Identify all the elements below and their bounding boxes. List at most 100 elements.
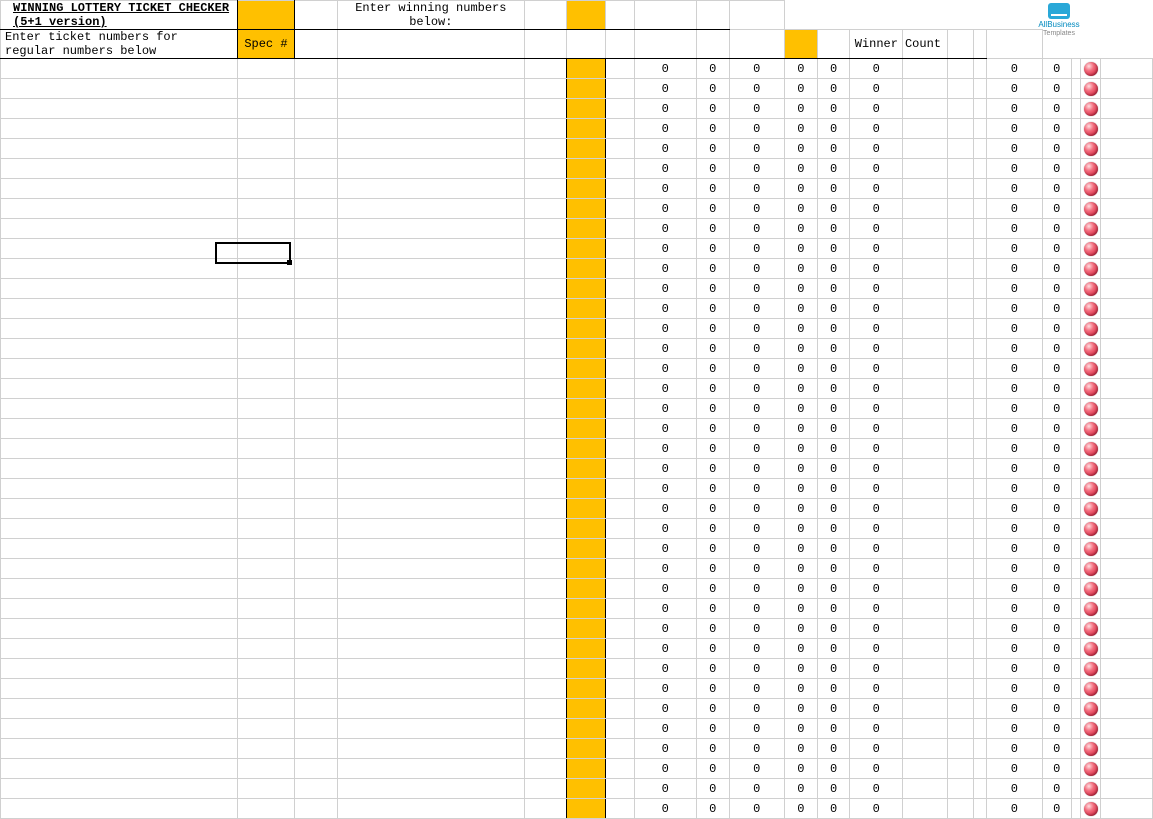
ticket-input-2[interactable] — [237, 639, 294, 659]
ticket-input-3[interactable] — [295, 399, 337, 419]
spec-cell[interactable] — [567, 119, 606, 139]
ticket-input-2[interactable] — [237, 319, 294, 339]
ticket-input-5[interactable] — [525, 319, 567, 339]
ticket-input-4[interactable] — [337, 319, 524, 339]
ticket-input-2[interactable] — [237, 539, 294, 559]
ticket-input-1[interactable] — [1, 359, 238, 379]
ticket-input-5[interactable] — [525, 619, 567, 639]
ticket-input-1[interactable] — [1, 159, 238, 179]
ticket-input-3[interactable] — [295, 339, 337, 359]
ticket-input-4[interactable] — [337, 239, 524, 259]
ticket-input-5[interactable] — [525, 499, 567, 519]
ticket-input-4[interactable] — [337, 559, 524, 579]
ticket-input-2[interactable] — [237, 779, 294, 799]
ticket-input-2[interactable] — [237, 139, 294, 159]
ticket-input-1[interactable] — [1, 439, 238, 459]
spec-cell[interactable] — [567, 439, 606, 459]
ticket-input-5[interactable] — [525, 479, 567, 499]
ticket-input-3[interactable] — [295, 199, 337, 219]
ticket-input-4[interactable] — [337, 219, 524, 239]
spec-cell[interactable] — [567, 79, 606, 99]
ticket-input-3[interactable] — [295, 719, 337, 739]
ticket-input-4[interactable] — [337, 519, 524, 539]
ticket-input-1[interactable] — [1, 519, 238, 539]
ticket-input-2[interactable] — [237, 579, 294, 599]
ticket-input-3[interactable] — [295, 459, 337, 479]
ticket-input-4[interactable] — [337, 179, 524, 199]
spec-cell[interactable] — [567, 299, 606, 319]
spec-cell[interactable] — [567, 279, 606, 299]
ticket-input-4[interactable] — [337, 539, 524, 559]
ticket-input-5[interactable] — [525, 359, 567, 379]
spec-cell[interactable] — [567, 479, 606, 499]
ticket-input-5[interactable] — [525, 419, 567, 439]
spec-cell[interactable] — [567, 99, 606, 119]
ticket-input-5[interactable] — [525, 459, 567, 479]
ticket-input-4[interactable] — [337, 59, 524, 79]
spec-cell[interactable] — [567, 639, 606, 659]
ticket-input-1[interactable] — [1, 599, 238, 619]
ticket-input-1[interactable] — [1, 319, 238, 339]
ticket-input-1[interactable] — [1, 399, 238, 419]
ticket-input-1[interactable] — [1, 739, 238, 759]
spec-cell[interactable] — [567, 619, 606, 639]
ticket-input-2[interactable] — [237, 59, 294, 79]
ticket-input-2[interactable] — [237, 219, 294, 239]
spec-cell[interactable] — [567, 139, 606, 159]
ticket-input-5[interactable] — [525, 219, 567, 239]
ticket-input-2[interactable] — [237, 759, 294, 779]
ticket-input-1[interactable] — [1, 719, 238, 739]
win-input-4[interactable] — [605, 30, 634, 59]
ticket-input-1[interactable] — [1, 99, 238, 119]
ticket-input-5[interactable] — [525, 139, 567, 159]
ticket-input-1[interactable] — [1, 339, 238, 359]
ticket-input-4[interactable] — [337, 719, 524, 739]
ticket-input-1[interactable] — [1, 659, 238, 679]
spec-cell[interactable] — [567, 359, 606, 379]
ticket-input-3[interactable] — [295, 239, 337, 259]
ticket-input-5[interactable] — [525, 779, 567, 799]
spec-cell[interactable] — [567, 339, 606, 359]
spec-cell[interactable] — [567, 459, 606, 479]
ticket-input-4[interactable] — [337, 299, 524, 319]
ticket-input-4[interactable] — [337, 679, 524, 699]
ticket-input-3[interactable] — [295, 659, 337, 679]
ticket-input-2[interactable] — [237, 799, 294, 819]
ticket-input-5[interactable] — [525, 699, 567, 719]
ticket-input-5[interactable] — [525, 599, 567, 619]
ticket-input-1[interactable] — [1, 559, 238, 579]
ticket-input-5[interactable] — [525, 539, 567, 559]
ticket-input-1[interactable] — [1, 619, 238, 639]
ticket-input-4[interactable] — [337, 579, 524, 599]
spec-cell[interactable] — [567, 399, 606, 419]
ticket-input-5[interactable] — [525, 259, 567, 279]
ticket-input-4[interactable] — [337, 99, 524, 119]
ticket-input-5[interactable] — [525, 519, 567, 539]
win-input-5[interactable] — [634, 30, 696, 59]
ticket-input-4[interactable] — [337, 459, 524, 479]
ticket-input-3[interactable] — [295, 679, 337, 699]
spec-cell[interactable] — [567, 59, 606, 79]
ticket-input-2[interactable] — [237, 419, 294, 439]
ticket-input-3[interactable] — [295, 539, 337, 559]
ticket-input-4[interactable] — [337, 759, 524, 779]
ticket-input-4[interactable] — [337, 419, 524, 439]
spec-cell[interactable] — [567, 539, 606, 559]
ticket-input-2[interactable] — [237, 479, 294, 499]
ticket-input-1[interactable] — [1, 579, 238, 599]
ticket-input-2[interactable] — [237, 179, 294, 199]
spec-cell[interactable] — [567, 679, 606, 699]
ticket-input-4[interactable] — [337, 79, 524, 99]
ticket-input-2[interactable] — [237, 399, 294, 419]
ticket-input-4[interactable] — [337, 499, 524, 519]
ticket-input-4[interactable] — [337, 159, 524, 179]
ticket-input-5[interactable] — [525, 639, 567, 659]
ticket-input-5[interactable] — [525, 439, 567, 459]
ticket-input-5[interactable] — [525, 59, 567, 79]
ticket-input-4[interactable] — [337, 659, 524, 679]
spec-cell[interactable] — [567, 379, 606, 399]
spec-cell[interactable] — [567, 179, 606, 199]
ticket-input-3[interactable] — [295, 179, 337, 199]
ticket-input-4[interactable] — [337, 379, 524, 399]
ticket-input-1[interactable] — [1, 279, 238, 299]
